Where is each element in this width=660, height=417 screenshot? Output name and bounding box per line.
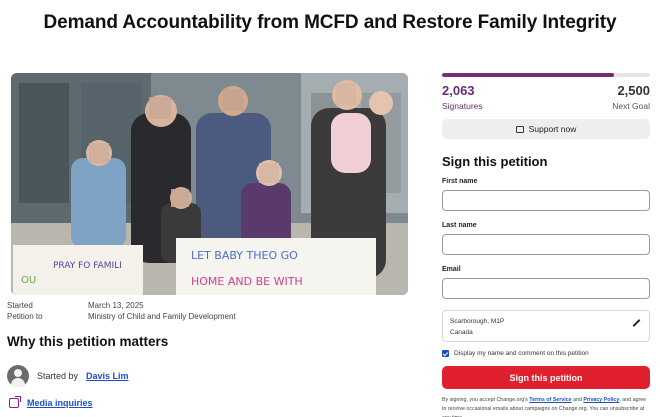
signatures-label: Signatures xyxy=(442,101,483,111)
location-field[interactable]: Scarborough, M1P Canada xyxy=(442,310,650,342)
sign-heading: Sign this petition xyxy=(442,154,548,169)
sign-left-text: PRAY FO FAMILI xyxy=(53,261,122,271)
petition-starter: Started by Davis Lim xyxy=(7,365,129,387)
privacy-link[interactable]: Privacy Policy xyxy=(583,397,619,403)
sign-right-line1: LET BABY THEO GO xyxy=(191,249,298,262)
legal-and: and xyxy=(571,397,584,403)
display-name-checkbox-row[interactable]: Display my name and comment on this peti… xyxy=(442,350,650,357)
first-name-input[interactable] xyxy=(442,190,650,211)
petition-to-label: Petition to xyxy=(7,312,43,321)
legal-text: By signing, you accept Change.org's Term… xyxy=(442,396,650,417)
support-now-button[interactable]: Support now xyxy=(442,119,650,139)
email-label: Email xyxy=(442,266,461,273)
external-link-icon xyxy=(9,396,21,408)
signature-progress-fill xyxy=(442,73,614,77)
sign-petition-button[interactable]: Sign this petition xyxy=(442,366,650,389)
signature-count: 2,063 xyxy=(442,83,475,98)
page-title: Demand Accountability from MCFD and Rest… xyxy=(43,12,617,33)
display-name-checkbox[interactable] xyxy=(442,350,449,357)
support-now-label: Support now xyxy=(528,124,577,134)
why-heading: Why this petition matters xyxy=(7,334,169,349)
location-line2: Canada xyxy=(450,329,473,336)
location-line1: Scarborough, M1P xyxy=(450,318,505,325)
avatar xyxy=(7,365,29,387)
petition-meta: Started March 13, 2025 Petition to Minis… xyxy=(7,300,236,322)
goal-label: Next Goal xyxy=(612,101,650,111)
sign-right-line2: HOME AND BE WITH xyxy=(191,275,303,288)
last-name-input[interactable] xyxy=(442,234,650,255)
ticket-icon xyxy=(515,125,524,133)
media-inquiries[interactable]: Media inquiries xyxy=(9,396,93,408)
terms-link[interactable]: Terms of Service xyxy=(529,397,571,403)
media-inquiries-link[interactable]: Media inquiries xyxy=(27,398,93,408)
started-value: March 13, 2025 xyxy=(88,301,144,310)
petition-photo: OU PRAY FO FAMILI LET BABY THEO GO HOME … xyxy=(11,73,408,295)
goal-count: 2,500 xyxy=(617,83,650,98)
petition-to-value: Ministry of Child and Family Development xyxy=(88,312,236,321)
started-label: Started xyxy=(7,301,33,310)
sign-left-small: OU xyxy=(21,275,36,286)
last-name-label: Last name xyxy=(442,222,477,229)
legal-prefix: By signing, you accept Change.org's xyxy=(442,397,530,403)
starter-name-link[interactable]: Davis Lim xyxy=(86,371,129,381)
display-name-label: Display my name and comment on this peti… xyxy=(454,350,589,357)
email-input[interactable] xyxy=(442,278,650,299)
first-name-label: First name xyxy=(442,178,478,185)
started-by-label: Started by xyxy=(37,371,79,381)
sign-panel: 2,063 2,500 Signatures Next Goal Support… xyxy=(442,73,650,417)
signature-progress-bar xyxy=(442,73,650,77)
